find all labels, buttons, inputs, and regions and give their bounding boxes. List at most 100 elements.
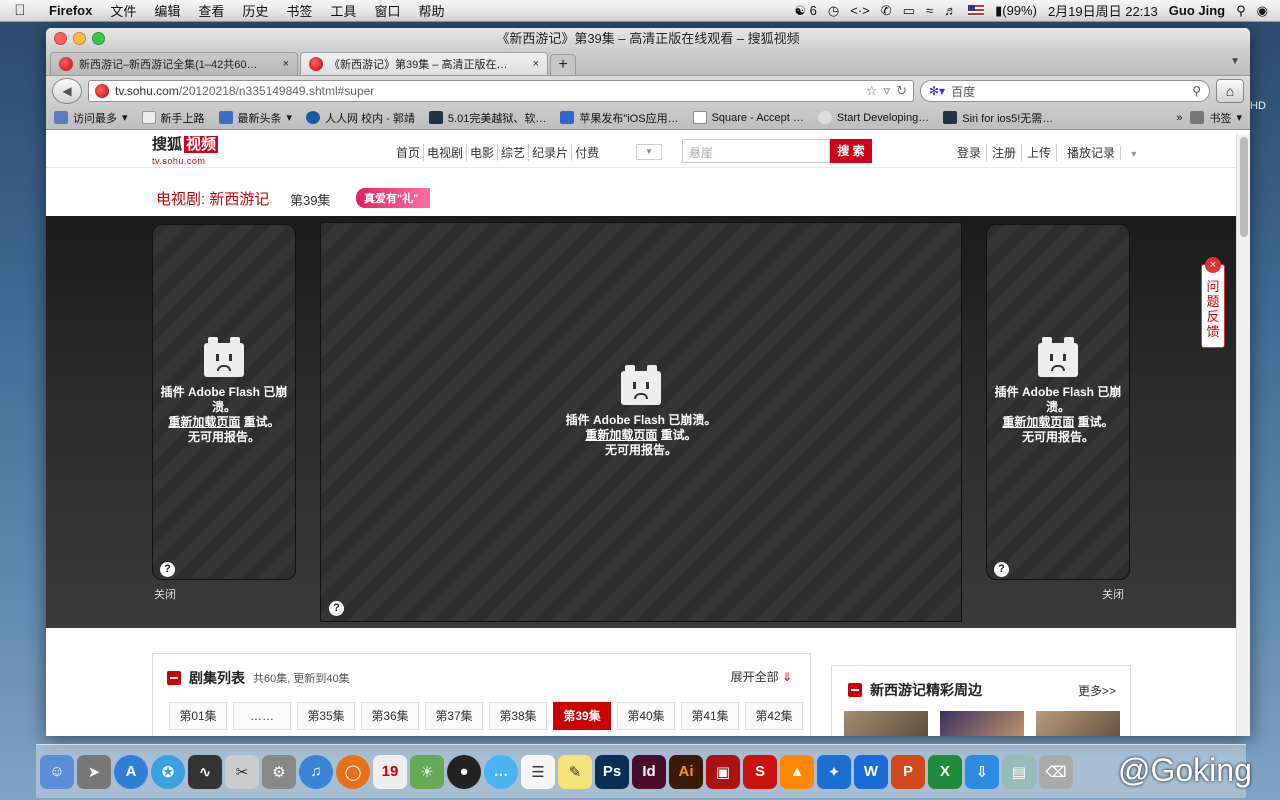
bookmark-star-icon[interactable]: ☆ — [866, 83, 878, 99]
bookmark-square[interactable]: Square - Accept … — [692, 111, 804, 124]
adium-status[interactable]: ☯ 6 — [794, 3, 817, 19]
airplay-icon[interactable]: ▭ — [903, 3, 915, 19]
volume-icon[interactable]: ♬ — [944, 3, 957, 18]
episode-button[interactable]: 第35集 — [297, 702, 355, 730]
help-icon[interactable]: ? — [994, 562, 1009, 577]
history-link[interactable]: 播放记录 ▼ — [1057, 144, 1148, 161]
messages-icon[interactable]: … — [484, 754, 518, 789]
vertical-scrollbar[interactable] — [1236, 134, 1250, 736]
preview-icon[interactable]: ✂ — [225, 754, 259, 789]
timemachine-icon[interactable]: ◷ — [828, 3, 839, 19]
promo-badge[interactable]: 真爱有"礼" — [356, 188, 431, 208]
clock[interactable]: 2月19日周日 22:13 — [1048, 1, 1158, 20]
upload-link[interactable]: 上传 — [1022, 144, 1058, 161]
close-window-button[interactable] — [54, 32, 67, 45]
photoshop-icon[interactable]: Ps — [595, 754, 629, 789]
collapse-icon[interactable] — [167, 671, 181, 685]
search-icon[interactable]: ⚲ — [1192, 84, 1201, 98]
back-button[interactable]: ◀ — [52, 78, 82, 104]
help-icon[interactable]: ? — [160, 562, 175, 577]
episode-button-current[interactable]: 第39集 — [553, 702, 611, 730]
site-search-input[interactable]: 悬崖 — [682, 139, 830, 163]
nav-home[interactable]: 首页 — [393, 144, 425, 161]
notification-icon[interactable]: ◉ — [1257, 3, 1268, 19]
download-icon[interactable]: ⇩ — [965, 754, 999, 789]
sbp-icon[interactable]: S — [743, 754, 777, 789]
close-left-ad-link[interactable]: 关闭 — [154, 586, 176, 602]
system-preferences-icon[interactable]: ⚙ — [262, 754, 296, 789]
episode-button[interactable]: 第37集 — [425, 702, 483, 730]
search-category-dropdown[interactable]: ▼ — [636, 144, 662, 160]
bookmarks-menu-button[interactable]: 书签 ▾ — [1190, 110, 1242, 126]
activity-monitor-icon[interactable]: ∿ — [188, 754, 222, 789]
menu-window[interactable]: 窗口 — [365, 1, 409, 20]
powerpoint-icon[interactable]: P — [891, 754, 925, 789]
episode-button[interactable]: 第41集 — [681, 702, 739, 730]
url-bar[interactable]: tv.sohu.com/20120218/n335149849.shtml#su… — [88, 80, 914, 102]
sohu-video-logo[interactable]: 搜狐 视频 tv.sohu.com — [152, 136, 219, 169]
menu-view[interactable]: 查看 — [189, 1, 233, 20]
new-tab-button[interactable]: + — [550, 54, 576, 75]
menu-file[interactable]: 文件 — [101, 1, 145, 20]
bookmark-siri[interactable]: Siri for ios5!无需… — [943, 110, 1053, 126]
ical-icon[interactable]: 19 — [373, 754, 407, 789]
tab-episode[interactable]: 《新西游记》第39集 – 高清正版在… × — [300, 52, 548, 75]
photo-booth-icon[interactable]: ▣ — [706, 754, 740, 789]
bookmark-renren[interactable]: 人人网 校内 - 郭靖 — [306, 110, 415, 126]
bookmark-start-developing[interactable]: Start Developing… — [817, 111, 929, 124]
close-tab-icon[interactable]: × — [533, 58, 539, 70]
reminders-icon[interactable]: ☰ — [521, 754, 555, 789]
episode-button[interactable]: 第38集 — [489, 702, 547, 730]
expand-all-link[interactable]: 展开全部 ⇓ — [731, 668, 792, 685]
firefox-icon[interactable]: ◯ — [336, 754, 370, 789]
episode-button[interactable]: 第40集 — [617, 702, 675, 730]
bookmarks-overflow-icon[interactable]: » — [1176, 112, 1182, 124]
bookmark-latest-headlines[interactable]: 最新头条 ▾ — [218, 110, 292, 126]
bookmark-most-visited[interactable]: 访问最多 ▾ — [54, 110, 128, 126]
iphoto-icon[interactable]: ☀ — [410, 754, 444, 789]
reload-page-link[interactable]: 重新加载页面 — [1002, 415, 1074, 429]
excel-icon[interactable]: X — [928, 754, 962, 789]
more-link[interactable]: 更多>> — [1078, 682, 1116, 699]
xcode-icon[interactable]: ✦ — [817, 754, 851, 789]
scrollbar-thumb[interactable] — [1240, 137, 1248, 237]
finder-icon[interactable]: ☺ — [40, 754, 74, 789]
wifi-icon[interactable]: ≈ — [926, 3, 933, 18]
episode-button[interactable]: 第42集 — [745, 702, 803, 730]
show-title[interactable]: 电视剧: 新西游记 — [156, 188, 269, 209]
close-tab-icon[interactable]: × — [283, 58, 289, 70]
nav-tv[interactable]: 电视剧 — [424, 144, 468, 161]
menu-bookmarks[interactable]: 书签 — [277, 1, 321, 20]
stickies-icon[interactable]: ✎ — [558, 754, 592, 789]
baidu-icon[interactable]: ✻▾ — [929, 84, 945, 98]
episode-ellipsis[interactable]: …… — [233, 702, 291, 730]
nav-documentary[interactable]: 纪录片 — [529, 144, 573, 161]
trash-icon[interactable]: ⌫ — [1039, 754, 1073, 789]
apple-menu-icon[interactable]:  — [0, 2, 40, 19]
menu-help[interactable]: 帮助 — [409, 1, 453, 20]
folder-icon[interactable]: ▤ — [1002, 754, 1036, 789]
tab-series[interactable]: 新西游记–新西游记全集(1–42共60… × — [50, 52, 298, 75]
zoom-window-button[interactable] — [92, 32, 105, 45]
login-link[interactable]: 登录 — [952, 144, 988, 161]
launchpad-icon[interactable]: ➤ — [77, 754, 111, 789]
word-icon[interactable]: W — [854, 754, 888, 789]
itunes-icon[interactable]: ♫ — [299, 754, 333, 789]
list-tabs-icon[interactable]: ▼ — [1230, 56, 1240, 67]
illustrator-icon[interactable]: Ai — [669, 754, 703, 789]
spotlight-icon[interactable]: ⚲ — [1236, 3, 1246, 19]
menu-tools[interactable]: 工具 — [321, 1, 365, 20]
collapse-icon[interactable] — [848, 683, 862, 697]
reload-icon[interactable]: ↻ — [896, 83, 907, 99]
qq-icon[interactable]: ● — [447, 754, 481, 789]
user-name[interactable]: Guo Jing — [1169, 3, 1225, 18]
feedback-tab[interactable]: × 问题反馈 — [1201, 257, 1225, 348]
app-menu[interactable]: Firefox — [40, 3, 101, 18]
related-thumbnail[interactable] — [1036, 711, 1120, 736]
close-right-ad-link[interactable]: 关闭 — [1102, 586, 1124, 602]
bookmark-getting-started[interactable]: 新手上路 — [141, 110, 205, 126]
home-button[interactable]: ⌂ — [1216, 79, 1244, 103]
menu-history[interactable]: 历史 — [233, 1, 277, 20]
app-store-icon[interactable]: A — [114, 754, 148, 789]
reload-page-link[interactable]: 重新加载页面 — [585, 428, 657, 442]
